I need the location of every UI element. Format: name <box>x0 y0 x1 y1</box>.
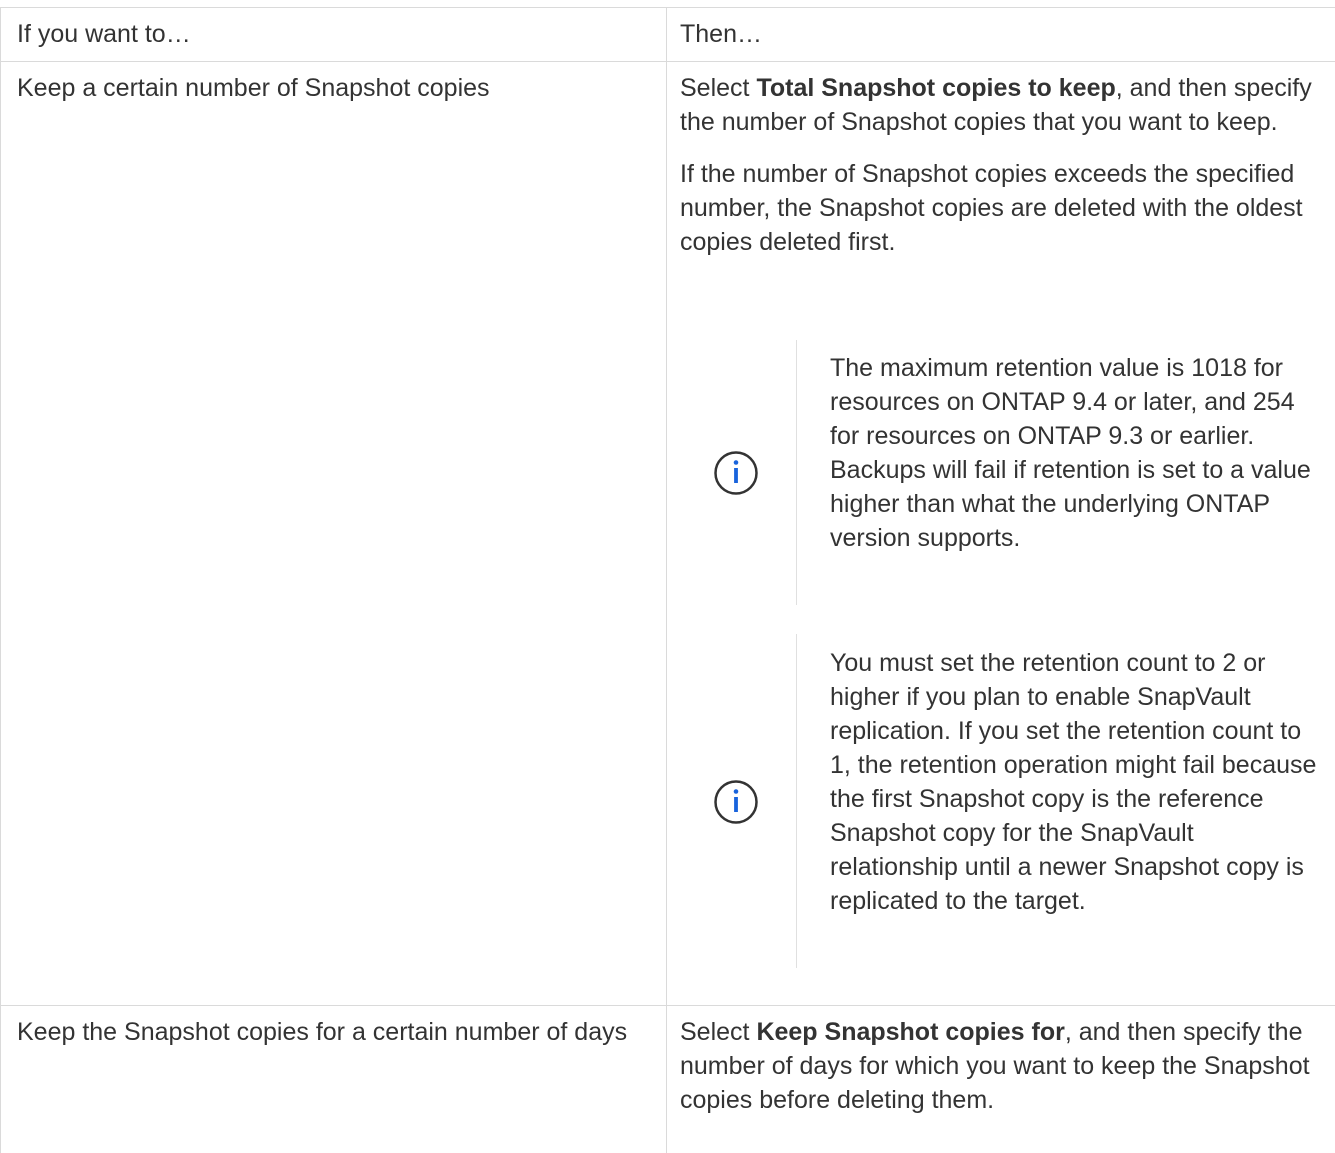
info-circle-icon <box>714 451 758 495</box>
action-detail: If the number of Snapshot copies exceeds… <box>680 160 1303 256</box>
note-admonition: The maximum retention value is 1018 for … <box>680 340 1335 605</box>
table-top-border <box>0 7 1335 8</box>
retention-options-table: If you want to… Then… Keep a certain num… <box>0 0 1335 1153</box>
note-text: The maximum retention value is 1018 for … <box>830 354 1311 552</box>
note-divider <box>796 634 797 968</box>
action-instruction: Select Total Snapshot copies to keep, an… <box>680 74 1312 136</box>
note-admonition: You must set the retention count to 2 or… <box>680 634 1335 968</box>
ui-option-name: Keep Snapshot copies for <box>756 1018 1065 1046</box>
ui-option-name: Total Snapshot copies to keep <box>756 74 1116 102</box>
column-header-condition: If you want to… <box>17 20 191 48</box>
note-text: You must set the retention count to 2 or… <box>830 649 1317 915</box>
table-row-action: Select Keep Snapshot copies for, and the… <box>680 1015 1320 1117</box>
column-divider <box>666 7 667 1153</box>
note-divider <box>796 340 797 605</box>
column-header-action: Then… <box>680 20 762 48</box>
table-row-action: Select Total Snapshot copies to keep, an… <box>680 71 1320 259</box>
action-instruction: Select Keep Snapshot copies for, and the… <box>680 1018 1310 1114</box>
table-row-condition: Keep the Snapshot copies for a certain n… <box>17 1018 628 1046</box>
info-circle-icon <box>714 780 758 824</box>
table-left-border <box>0 7 1 1153</box>
row-divider <box>0 1005 1335 1006</box>
table-row-condition: Keep a certain number of Snapshot copies <box>17 74 490 102</box>
header-bottom-border <box>0 61 1335 62</box>
